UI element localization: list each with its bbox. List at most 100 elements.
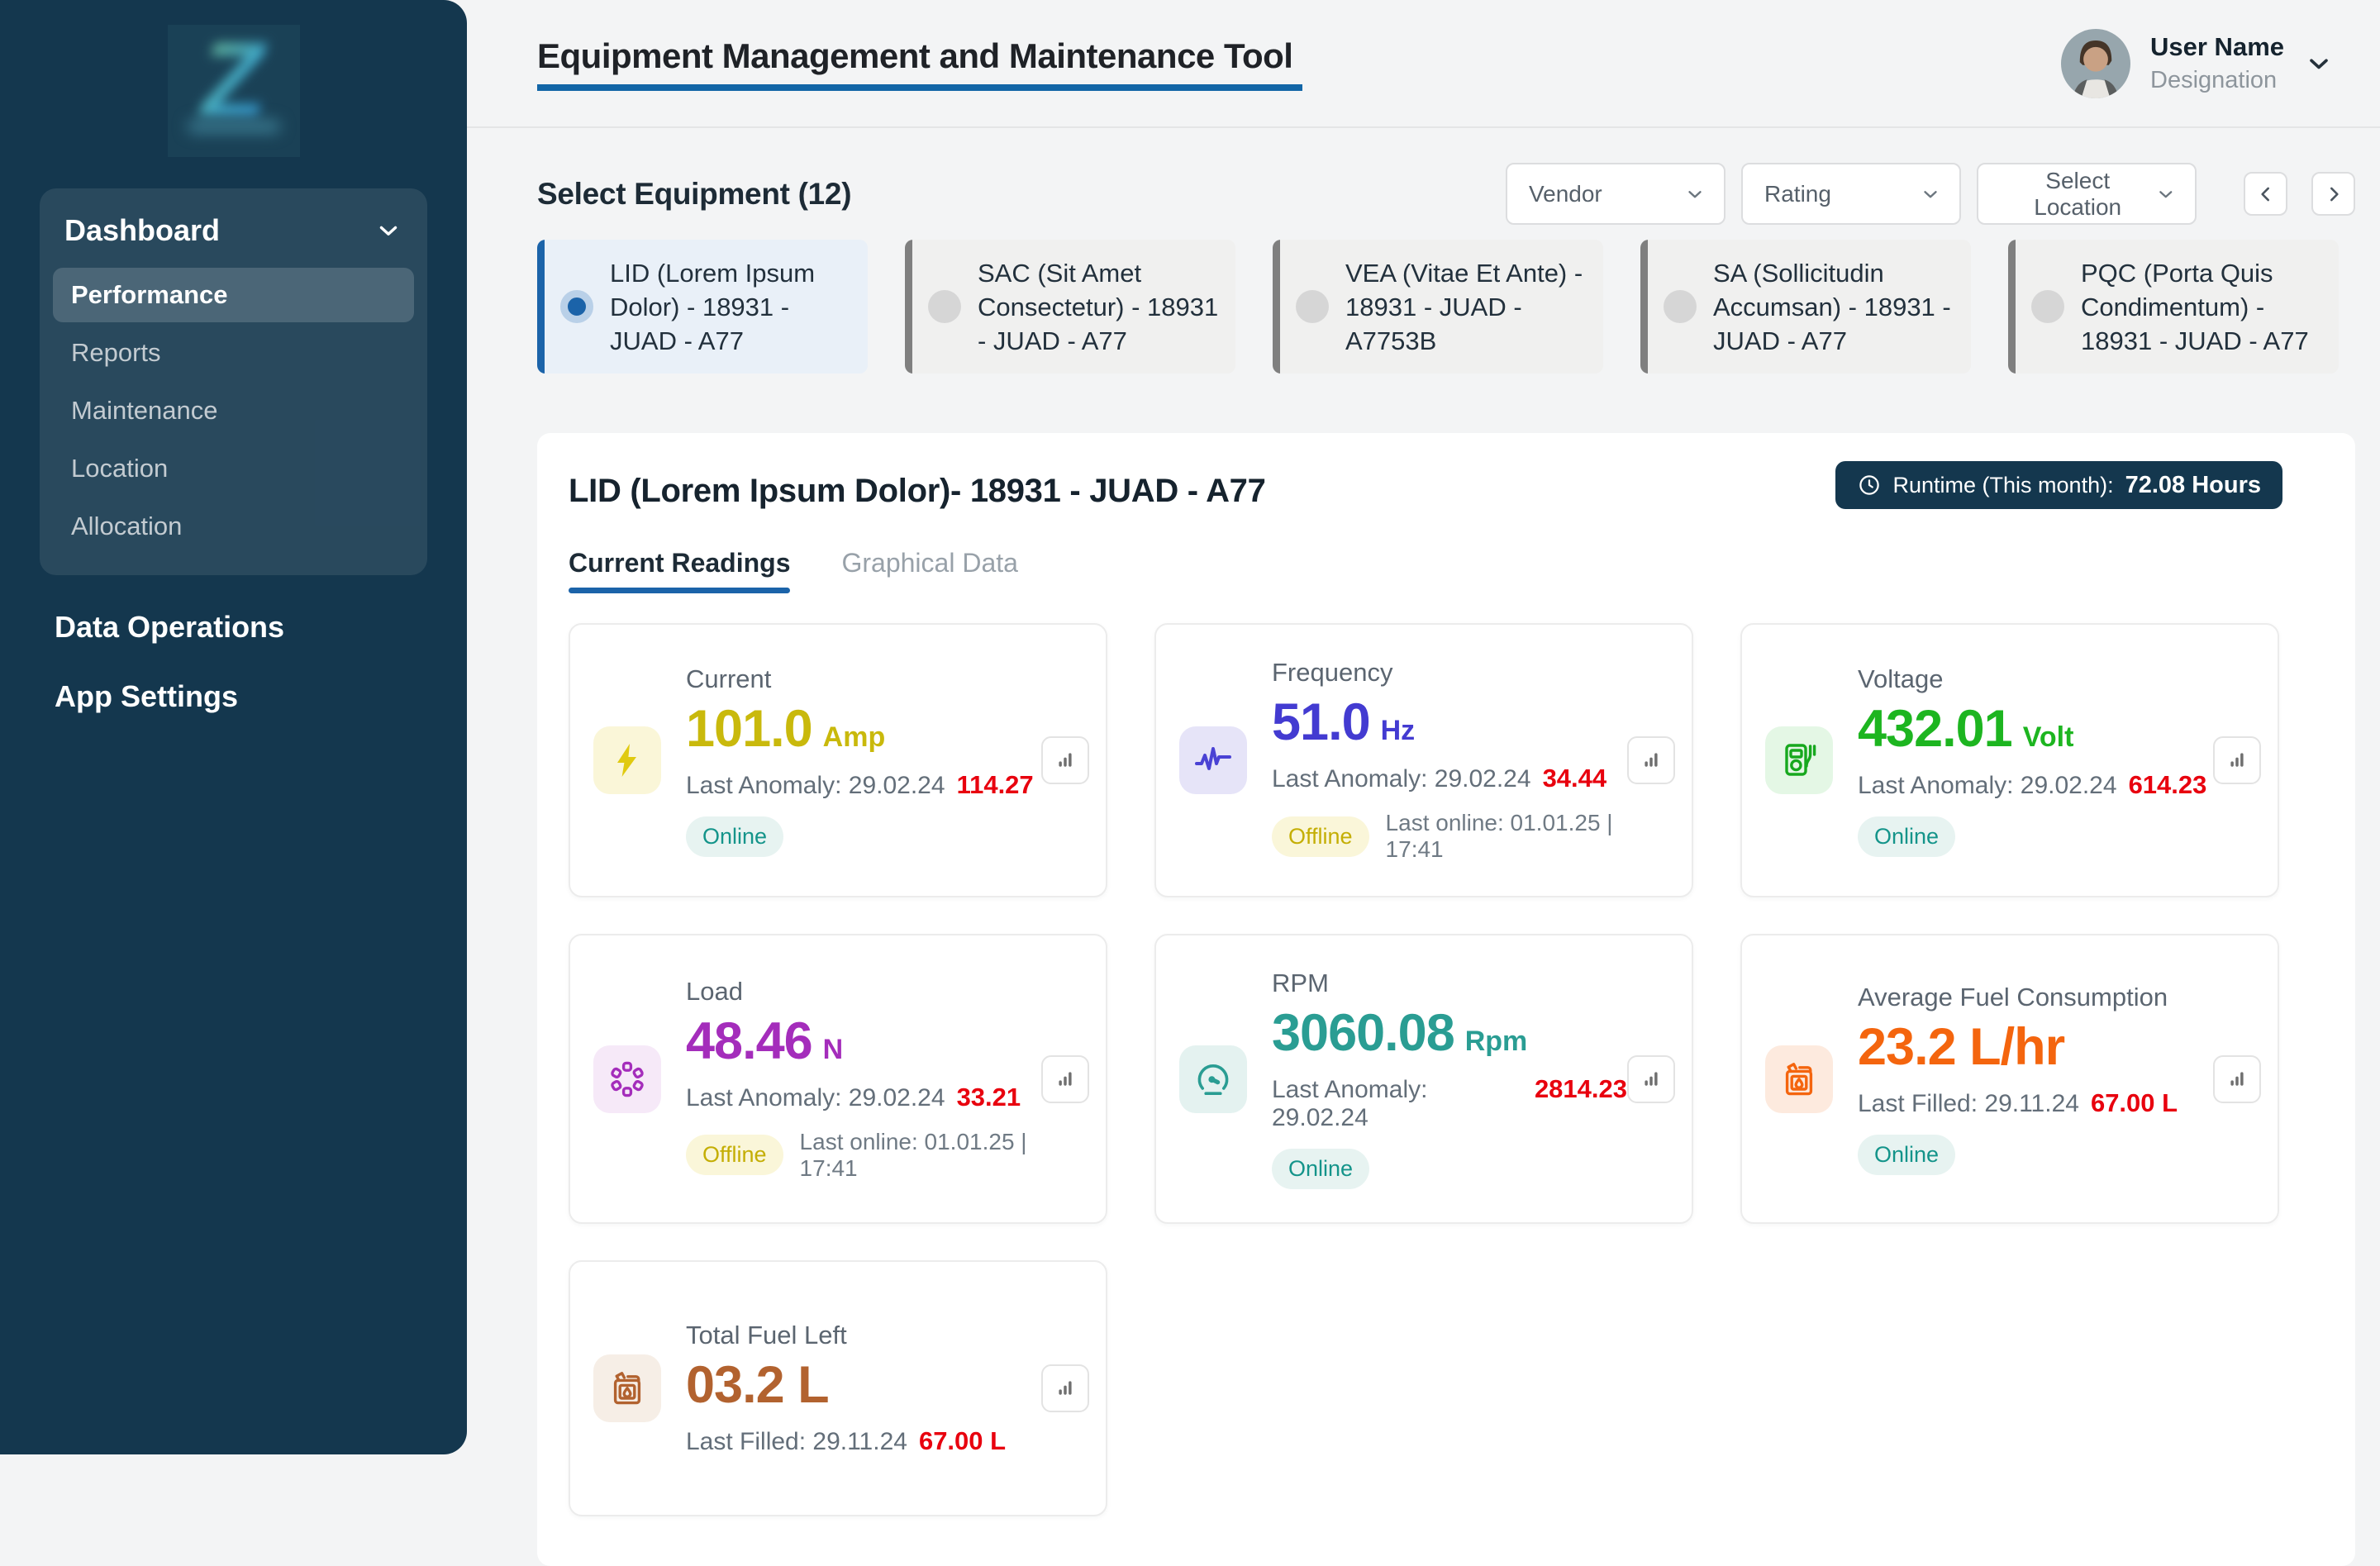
view-chart-button[interactable] [2213,1055,2261,1103]
chevron-down-icon[interactable] [2304,49,2334,79]
anomaly-label: Last Anomaly: 29.02.24 [1272,1076,1523,1132]
metric-card: Voltage 432.01 Volt Last Anomaly: 29.02.… [1740,623,2279,897]
last-online-text: Last online: 01.01.25 | 17:41 [800,1129,1041,1182]
status-badge: Online [1272,1149,1369,1189]
accent-bar [2008,240,2016,374]
view-chart-button[interactable] [1041,736,1089,784]
panel-header: LID (Lorem Ipsum Dolor)- 18931 - JUAD - … [569,461,2355,510]
metric-value: 03.2 L [686,1355,829,1415]
metric-card: Total Fuel Left 03.2 L Last Filled: 29.1… [569,1260,1107,1516]
metric-anomaly: Last Anomaly: 29.02.24 34.44 [1272,764,1627,793]
user-menu[interactable]: User Name Designation [2061,29,2334,98]
equipment-pager [2244,172,2355,216]
equipment-card[interactable]: SA (Sollicitudin Accumsan) - 18931 - JUA… [1640,240,1971,374]
metric-value-row: 432.01 Volt [1858,699,2206,759]
filter-dropdown[interactable]: Rating [1741,163,1961,225]
select-equipment-heading: Select Equipment (12) [537,177,851,212]
sidebar-subitem[interactable]: Performance [53,268,414,322]
equipment-card[interactable]: VEA (Vitae Et Ante) - 18931 - JUAD - A77… [1273,240,1603,374]
equipment-card-label: VEA (Vitae Et Ante) - 18931 - JUAD - A77… [1345,256,1590,358]
metric-value-row: 48.46 N [686,1011,1041,1071]
view-chart-button[interactable] [1627,1055,1675,1103]
filter-dropdown[interactable]: Select Location [1977,163,2197,225]
anomaly-label: Last Filled: 29.11.24 [1858,1090,2079,1118]
chevron-down-icon [2155,183,2177,205]
anomaly-value: 67.00 L [2091,1088,2178,1118]
user-texts: User Name Designation [2150,32,2284,94]
logo-underline [188,121,280,132]
equipment-detail-panel: LID (Lorem Ipsum Dolor)- 18931 - JUAD - … [537,433,2355,1566]
sidebar-item-dashboard[interactable]: Dashboard [53,207,414,264]
metric-status-row: Online [1272,1149,1627,1189]
metric-status-row: Online [686,816,1034,857]
prev-button[interactable] [2244,172,2287,216]
tab[interactable]: Current Readings [569,548,790,593]
metric-grid: Current 101.0 Amp Last Anomaly: 29.02.24… [569,623,2355,1516]
anomaly-label: Last Anomaly: 29.02.24 [686,1084,945,1112]
view-chart-button[interactable] [1041,1055,1089,1103]
metric-value: 101.0 [686,699,812,759]
clock-icon [1857,473,1882,497]
metric-name: Total Fuel Left [686,1321,1006,1350]
bar-chart-icon [1052,1375,1078,1402]
accent-bar [537,240,545,374]
chevron-down-icon [1684,183,1706,205]
radio-button[interactable] [560,290,593,323]
view-chart-button[interactable] [2213,736,2261,784]
metric-body: Voltage 432.01 Volt Last Anomaly: 29.02.… [1858,664,2206,857]
metric-name: Average Fuel Consumption [1858,983,2178,1012]
tabs: Current Readings Graphical Data [569,548,2355,593]
filter-dropdown[interactable]: Vendor [1506,163,1726,225]
filter-label: Select Location [2000,168,2155,221]
status-badge: Online [1858,1135,1955,1175]
sidebar-item-data-operations[interactable]: Data Operations [55,610,467,645]
last-online-text: Last online: 01.01.25 | 17:41 [1386,810,1627,863]
metric-card: Load 48.46 N Last Anomaly: 29.02.24 33.2… [569,934,1107,1224]
metric-name: Current [686,664,1034,694]
radio-button[interactable] [1664,290,1697,323]
metric-anomaly: Last Anomaly: 29.02.24 33.21 [686,1083,1041,1112]
next-button[interactable] [2311,172,2355,216]
metric-unit: N [823,1034,844,1066]
sidebar-subitem[interactable]: Maintenance [53,383,414,438]
avatar[interactable] [2061,29,2130,98]
view-chart-button[interactable] [1041,1364,1089,1412]
view-chart-button[interactable] [1627,736,1675,784]
load-icon [593,1045,661,1113]
metric-body: Current 101.0 Amp Last Anomaly: 29.02.24… [686,664,1034,857]
equipment-card[interactable]: SAC (Sit Amet Consectetur) - 18931 - JUA… [905,240,1235,374]
sidebar-subitem[interactable]: Allocation [53,499,414,554]
anomaly-value: 114.27 [957,770,1034,800]
equipment-title: LID (Lorem Ipsum Dolor)- 18931 - JUAD - … [569,473,1266,510]
metric-value-row: 51.0 Hz [1272,693,1627,752]
bar-chart-icon [1638,747,1664,773]
equipment-card[interactable]: PQC (Porta Quis Condimentum) - 18931 - J… [2008,240,2339,374]
dashboard-nav-group: Dashboard PerformanceReportsMaintenanceL… [40,188,427,575]
metric-anomaly: Last Anomaly: 29.02.24 114.27 [686,770,1034,800]
sidebar-item-app-settings[interactable]: App Settings [55,679,467,714]
radio-button[interactable] [1296,290,1329,323]
equipment-card-label: SAC (Sit Amet Consectetur) - 18931 - JUA… [978,256,1222,358]
equipment-toolbar: Select Equipment (12) Vendor Rating Sele… [537,163,2355,225]
sidebar-subitem[interactable]: Reports [53,326,414,380]
gauge-icon [1179,1045,1247,1113]
tab[interactable]: Graphical Data [841,548,1017,593]
runtime-label: Runtime (This month): [1893,473,2114,498]
radio-button[interactable] [928,290,961,323]
anomaly-value: 67.00 L [919,1426,1006,1456]
title-underline [537,84,1302,91]
equipment-card-row: LID (Lorem Ipsum Dolor) - 18931 - JUAD -… [537,240,2355,374]
anomaly-label: Last Anomaly: 29.02.24 [686,772,945,800]
runtime-badge: Runtime (This month): 72.08 Hours [1835,461,2283,509]
metric-value-row: 23.2 L/hr [1858,1017,2178,1077]
main-area: Equipment Management and Maintenance Too… [467,0,2380,1454]
metric-unit: Volt [2023,721,2074,754]
equipment-card[interactable]: LID (Lorem Ipsum Dolor) - 18931 - JUAD -… [537,240,868,374]
metric-name: Frequency [1272,658,1627,688]
bar-chart-icon [1638,1066,1664,1092]
metric-name: RPM [1272,969,1627,998]
sidebar-subitem[interactable]: Location [53,441,414,496]
radio-button[interactable] [2031,290,2064,323]
multimeter-icon [1765,726,1833,794]
metric-status-row: Online [1858,1135,2178,1175]
